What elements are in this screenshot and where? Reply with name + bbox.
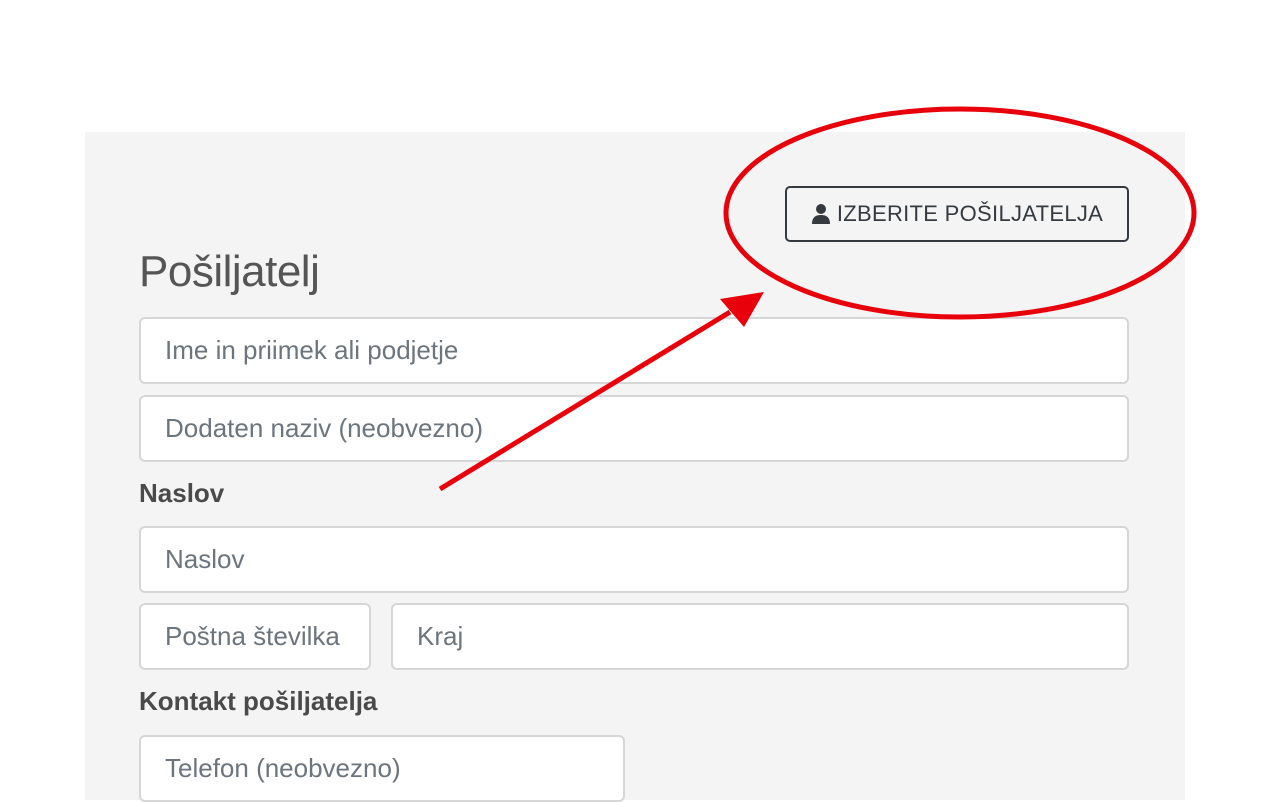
select-sender-label: IZBERITE POŠILJATELJA — [836, 201, 1104, 226]
address-label: Naslov — [139, 478, 225, 508]
city-input[interactable] — [391, 603, 1129, 670]
phone-input[interactable] — [139, 735, 625, 802]
select-sender-button[interactable]: IZBERITE POŠILJATELJA — [785, 186, 1129, 242]
postal-code-input[interactable] — [139, 603, 371, 670]
name-input[interactable] — [139, 317, 1129, 384]
page-title: Pošiljatelj — [139, 247, 320, 296]
address-input[interactable] — [139, 526, 1129, 593]
extra-name-input[interactable] — [139, 395, 1129, 462]
contact-label: Kontakt pošiljatelja — [139, 686, 378, 716]
user-icon — [811, 203, 831, 225]
